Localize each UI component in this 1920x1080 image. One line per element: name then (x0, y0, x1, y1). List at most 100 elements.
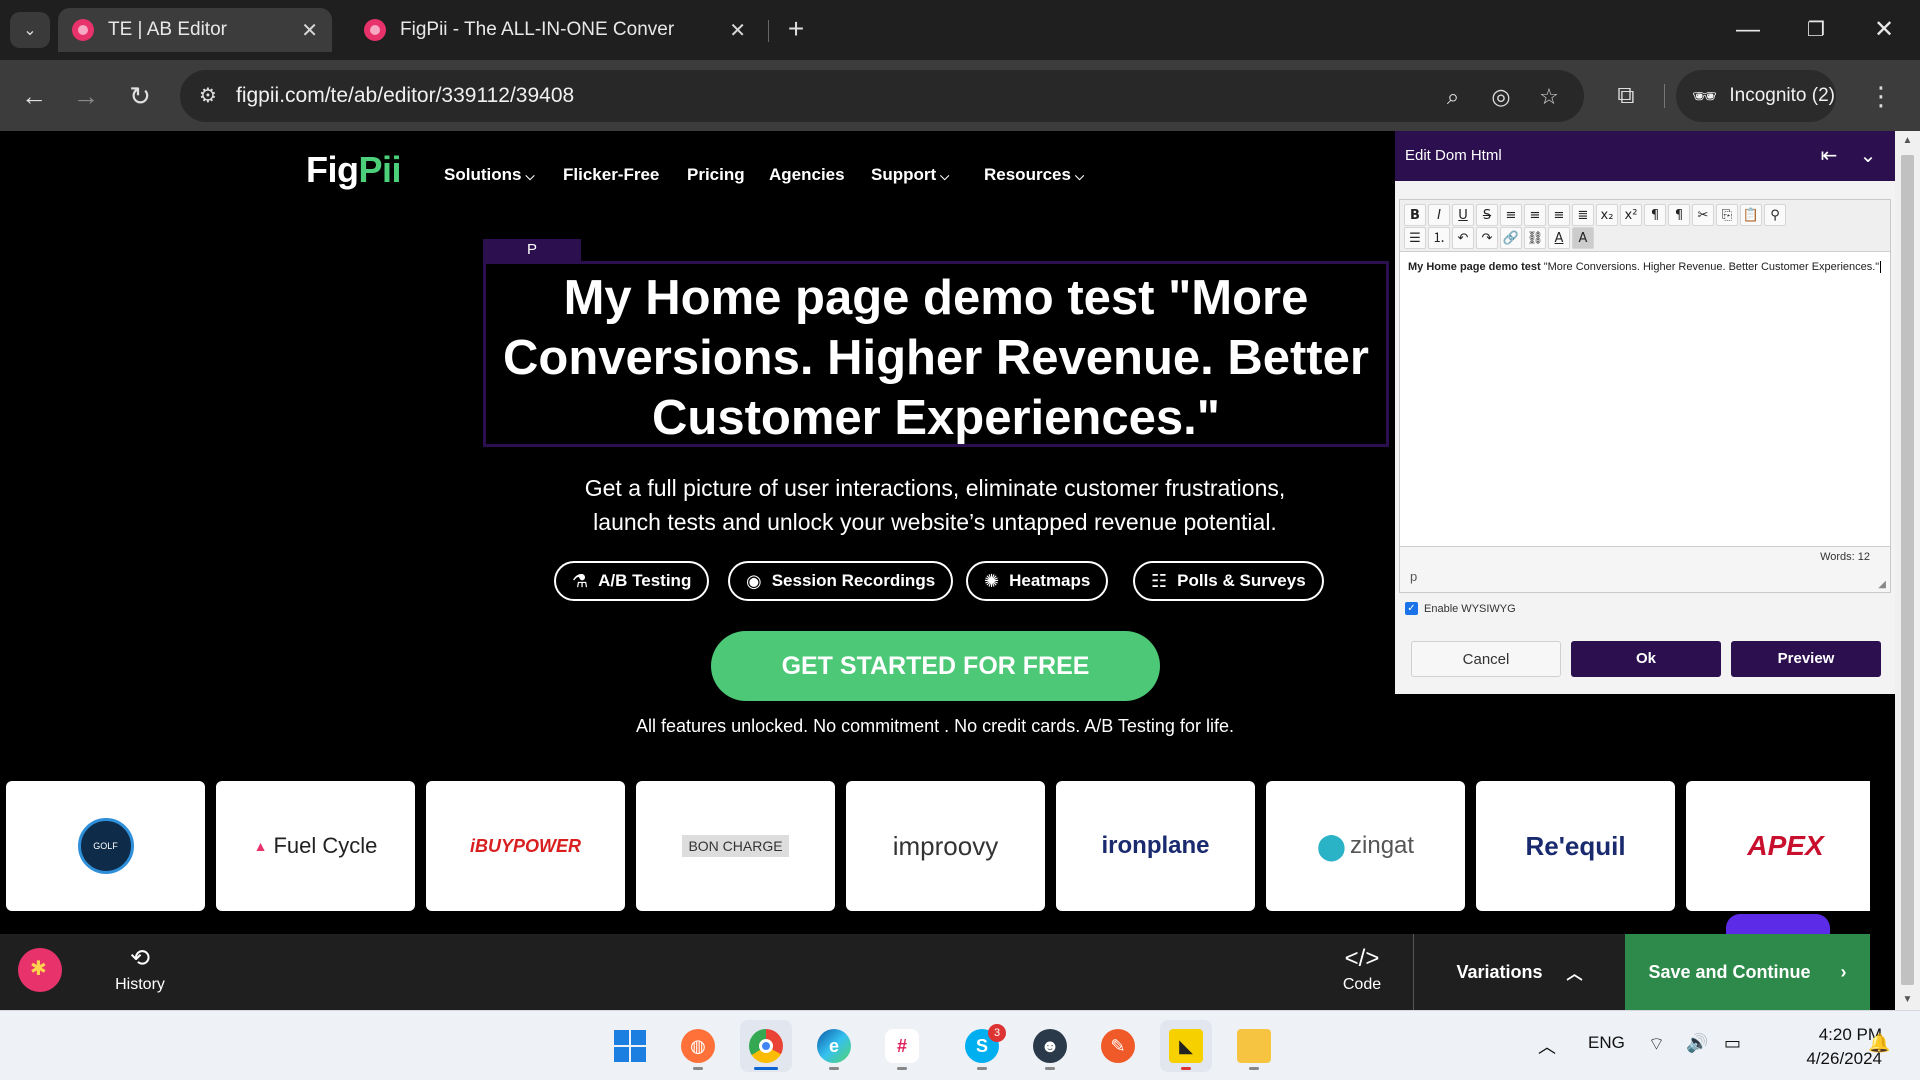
close-icon[interactable]: ✕ (301, 18, 318, 43)
rte-content-area[interactable]: My Home page demo test "More Conversions… (1408, 260, 1882, 274)
align-center-icon[interactable]: ≡ (1524, 204, 1546, 226)
minimize-button[interactable]: — (1728, 12, 1768, 48)
bookmark-star-icon[interactable]: ☆ (1534, 82, 1564, 112)
figpii-app-logo[interactable] (18, 948, 62, 992)
italic-icon[interactable]: I (1428, 204, 1450, 226)
subscript-icon[interactable]: x₂ (1596, 204, 1618, 226)
variations-button[interactable]: Variations ︿ (1413, 934, 1625, 1010)
feature-session-recordings[interactable]: ◉ Session Recordings (728, 561, 954, 601)
cta-note: All features unlocked. No commitment . N… (636, 716, 1234, 736)
nav-resources[interactable]: Resources ⌵ (984, 165, 1084, 185)
chrome-icon (749, 1029, 783, 1063)
text-cursor (1880, 261, 1882, 273)
notification-bell-icon[interactable]: 🔔 (1868, 1033, 1890, 1054)
get-started-button[interactable]: GET STARTED FOR FREE (711, 631, 1160, 701)
reload-button[interactable]: ↻ (122, 78, 158, 114)
page-scrollbar[interactable]: ▲ ▼ (1895, 131, 1920, 1010)
browser-toolbar: ← → ↻ ⚙ figpii.com/te/ab/editor/339112/3… (0, 60, 1920, 131)
extensions-icon[interactable]: ⧉ (1608, 78, 1644, 114)
tracking-protection-icon[interactable]: ◎ (1486, 82, 1516, 112)
close-icon[interactable]: ✕ (729, 18, 746, 43)
tab-figpii-home[interactable]: FigPii - The ALL-IN-ONE Conver ✕ (350, 8, 760, 52)
taskbar-chrome[interactable] (740, 1020, 792, 1072)
align-left-icon[interactable]: ≡ (1500, 204, 1522, 226)
code-button[interactable]: </> Code (1334, 944, 1390, 994)
superscript-icon[interactable]: x² (1620, 204, 1642, 226)
figpii-logo[interactable]: FigPii (306, 149, 401, 191)
survey-icon: ☷ (1151, 570, 1168, 591)
taskbar-firefox[interactable]: ◍ (672, 1020, 724, 1072)
show-hidden-icons-chevron-icon[interactable]: ︿ (1538, 1033, 1556, 1059)
window-close-button[interactable]: ✕ (1864, 12, 1904, 48)
tab-search-button[interactable]: ⌄ (10, 12, 50, 48)
bullet-list-icon[interactable]: ☰ (1404, 227, 1426, 249)
volume-icon[interactable]: 🔊 (1686, 1033, 1708, 1054)
incognito-profile-button[interactable]: 🕶 Incognito (2) (1676, 70, 1836, 122)
taskbar-app-mascot[interactable]: ☻ (1024, 1020, 1076, 1072)
preview-button[interactable]: Preview (1731, 641, 1881, 677)
undo-icon[interactable]: ↶ (1452, 227, 1474, 249)
scroll-down-arrow[interactable]: ▼ (1895, 990, 1920, 1010)
language-indicator[interactable]: ENG (1588, 1033, 1625, 1053)
scrollbar-thumb[interactable] (1901, 155, 1914, 985)
forward-button[interactable]: → (68, 78, 104, 114)
strikethrough-icon[interactable]: S (1476, 204, 1498, 226)
align-justify-icon[interactable]: ≣ (1572, 204, 1594, 226)
rtl-icon[interactable]: ¶ (1668, 204, 1690, 226)
nav-pricing[interactable]: Pricing (687, 165, 745, 185)
nav-agencies[interactable]: Agencies (769, 165, 845, 185)
taskbar-sticky-notes[interactable]: ◣ (1160, 1020, 1212, 1072)
paste-icon[interactable]: 📋 (1740, 204, 1762, 226)
restore-button[interactable]: ❐ (1796, 12, 1836, 48)
wifi-icon[interactable]: ⌔ (1648, 1033, 1665, 1056)
new-tab-button[interactable]: + (780, 14, 812, 46)
feature-ab-testing[interactable]: ⚗ A/B Testing (554, 561, 710, 601)
nav-solutions[interactable]: Solutions ⌵ (444, 165, 535, 185)
taskbar-file-explorer[interactable] (1228, 1020, 1280, 1072)
nav-support[interactable]: Support ⌵ (871, 165, 949, 185)
scroll-up-arrow[interactable]: ▲ (1895, 131, 1920, 151)
back-button[interactable]: ← (16, 78, 52, 114)
resize-handle-icon[interactable]: ◢ (1878, 579, 1886, 590)
find-icon[interactable]: ⚲ (1764, 204, 1786, 226)
taskbar-skype[interactable]: S3 (956, 1020, 1008, 1072)
numbered-list-icon[interactable]: ⒈ (1428, 227, 1450, 249)
system-clock[interactable]: 4:20 PM 4/26/2024 (1762, 1023, 1882, 1071)
copy-icon[interactable]: ⎘ (1716, 204, 1738, 226)
align-right-icon[interactable]: ≡ (1548, 204, 1570, 226)
selected-element-outline[interactable]: My Home page demo test "More Conversions… (483, 261, 1389, 447)
collapse-left-icon[interactable]: ⇤ (1814, 141, 1844, 171)
feature-polls-surveys[interactable]: ☷ Polls & Surveys (1133, 561, 1324, 601)
browser-menu-icon[interactable]: ⋮ (1866, 78, 1896, 114)
ok-button[interactable]: Ok (1571, 641, 1721, 677)
start-button[interactable] (604, 1020, 656, 1072)
ltr-icon[interactable]: ¶ (1644, 204, 1666, 226)
enable-wysiwyg-checkbox[interactable]: ✓ Enable WYSIWYG (1405, 602, 1516, 615)
link-icon[interactable]: 🔗 (1500, 227, 1522, 249)
cut-icon[interactable]: ✂ (1692, 204, 1714, 226)
redo-icon[interactable]: ↷ (1476, 227, 1498, 249)
bold-icon[interactable]: B (1404, 204, 1426, 226)
highlight-color-icon[interactable]: A (1572, 227, 1594, 249)
battery-icon[interactable]: ▭ (1724, 1033, 1741, 1054)
address-bar[interactable]: ⚙ figpii.com/te/ab/editor/339112/39408 ⌕… (180, 70, 1584, 122)
url-text[interactable]: figpii.com/te/ab/editor/339112/39408 (236, 84, 574, 108)
taskbar-edge[interactable]: e (808, 1020, 860, 1072)
taskbar-app-pen[interactable]: ✎ (1092, 1020, 1144, 1072)
taskbar-slack[interactable]: # (876, 1020, 928, 1072)
cancel-button[interactable]: Cancel (1411, 641, 1561, 677)
text-color-icon[interactable]: A (1548, 227, 1570, 249)
save-and-continue-button[interactable]: Save and Continue › (1625, 934, 1870, 1010)
history-button[interactable]: ⟲ History (110, 944, 170, 994)
hero-headline[interactable]: My Home page demo test "More Conversions… (486, 268, 1386, 448)
nav-flicker-free[interactable]: Flicker-Free (563, 165, 659, 185)
zoom-icon[interactable]: ⌕ (1438, 82, 1468, 112)
feature-heatmaps[interactable]: ✺ Heatmaps (966, 561, 1109, 601)
minimize-panel-icon[interactable]: ⌄ (1853, 141, 1883, 171)
chevron-down-icon: ⌄ (23, 22, 37, 39)
site-info-icon[interactable]: ⚙ (194, 82, 222, 110)
checkbox-checked-icon[interactable]: ✓ (1405, 602, 1418, 615)
unlink-icon[interactable]: ⛓ (1524, 227, 1546, 249)
underline-icon[interactable]: U (1452, 204, 1474, 226)
tab-te-ab-editor[interactable]: TE | AB Editor ✕ (58, 8, 332, 52)
